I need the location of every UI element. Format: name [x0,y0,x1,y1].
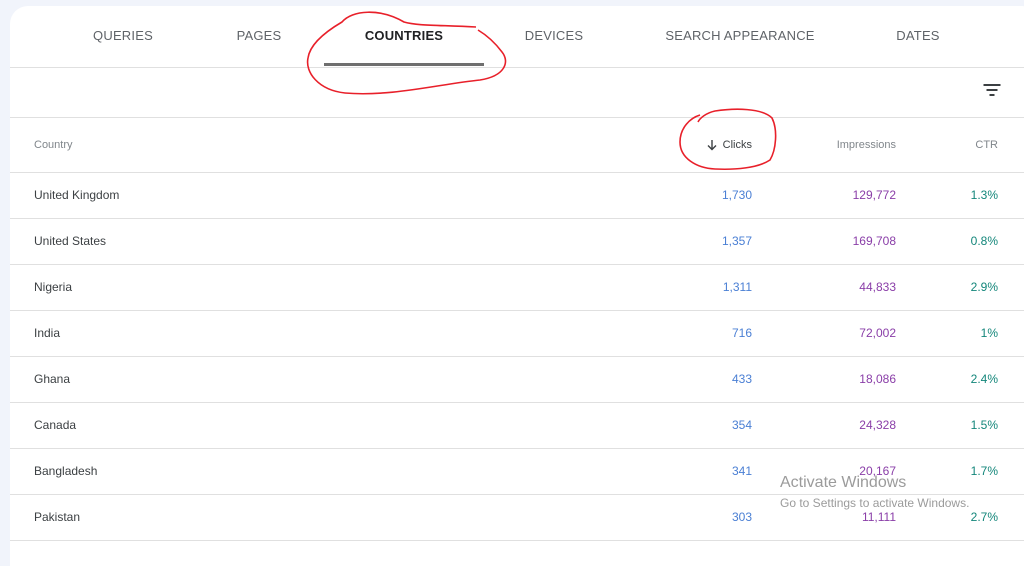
ctr-cell: 1% [980,326,998,340]
clicks-cell: 716 [731,326,752,340]
clicks-cell: 303 [731,510,752,524]
table-row[interactable]: United Kingdom 1,730 129,772 1.3% [10,173,1024,219]
impressions-cell: 72,002 [859,326,896,340]
impressions-cell: 18,086 [859,372,896,386]
table-row[interactable]: India 716 72,002 1% [10,311,1024,357]
ctr-cell: 2.9% [970,280,998,294]
filter-list-icon[interactable] [983,82,1001,96]
column-header-country[interactable]: Country [34,139,73,151]
column-header-ctr[interactable]: CTR [975,139,998,151]
clicks-header-label: Clicks [722,139,752,151]
active-tab-indicator [324,63,484,66]
table-toolbar [10,68,1024,118]
tab-search-appearance[interactable]: SEARCH APPEARANCE [665,28,814,43]
ctr-cell: 0.8% [970,234,998,248]
clicks-cell: 1,357 [721,234,752,248]
impressions-cell: 11,111 [861,510,896,524]
ctr-cell: 2.4% [970,372,998,386]
clicks-cell: 341 [731,464,752,478]
impressions-cell: 129,772 [852,188,896,202]
clicks-cell: 354 [731,418,752,432]
impressions-cell: 44,833 [859,280,896,294]
column-header-impressions[interactable]: Impressions [837,139,896,151]
performance-card: QUERIES PAGES COUNTRIES DEVICES SEARCH A… [10,6,1024,566]
impressions-cell: 20,167 [859,464,896,478]
arrow-down-icon [707,139,717,150]
ctr-cell: 1.3% [970,188,998,202]
country-cell: India [34,326,61,340]
ctr-cell: 1.5% [970,418,998,432]
tab-dates[interactable]: DATES [896,28,939,43]
table-row[interactable]: Bangladesh 341 20,167 1.7% [10,449,1024,495]
country-cell: United States [34,234,107,248]
column-header-clicks[interactable]: Clicks [707,139,752,151]
impressions-cell: 169,708 [852,234,896,248]
tab-queries[interactable]: QUERIES [93,28,153,43]
table-row[interactable]: Canada 354 24,328 1.5% [10,403,1024,449]
country-cell: Nigeria [34,280,73,294]
country-cell: Ghana [34,372,71,386]
country-cell: Canada [34,418,77,432]
table-header: Country Clicks Impressions CTR [10,118,1024,173]
clicks-cell: 1,311 [722,280,752,294]
country-cell: Bangladesh [34,464,98,478]
tab-devices[interactable]: DEVICES [525,28,583,43]
dimension-tabs: QUERIES PAGES COUNTRIES DEVICES SEARCH A… [10,6,1024,68]
table-row[interactable]: Nigeria 1,311 44,833 2.9% [10,265,1024,311]
table-row[interactable]: United States 1,357 169,708 0.8% [10,219,1024,265]
impressions-cell: 24,328 [859,418,896,432]
table-row[interactable]: Ghana 433 18,086 2.4% [10,357,1024,403]
tab-countries[interactable]: COUNTRIES [365,28,443,43]
ctr-cell: 2.7% [970,510,998,524]
country-cell: United Kingdom [34,188,120,202]
clicks-cell: 1,730 [721,188,752,202]
country-cell: Pakistan [34,510,81,524]
table-row[interactable]: Pakistan 303 11,111 2.7% [10,495,1024,541]
tab-pages[interactable]: PAGES [237,28,282,43]
clicks-cell: 433 [731,372,752,386]
ctr-cell: 1.7% [970,464,998,478]
